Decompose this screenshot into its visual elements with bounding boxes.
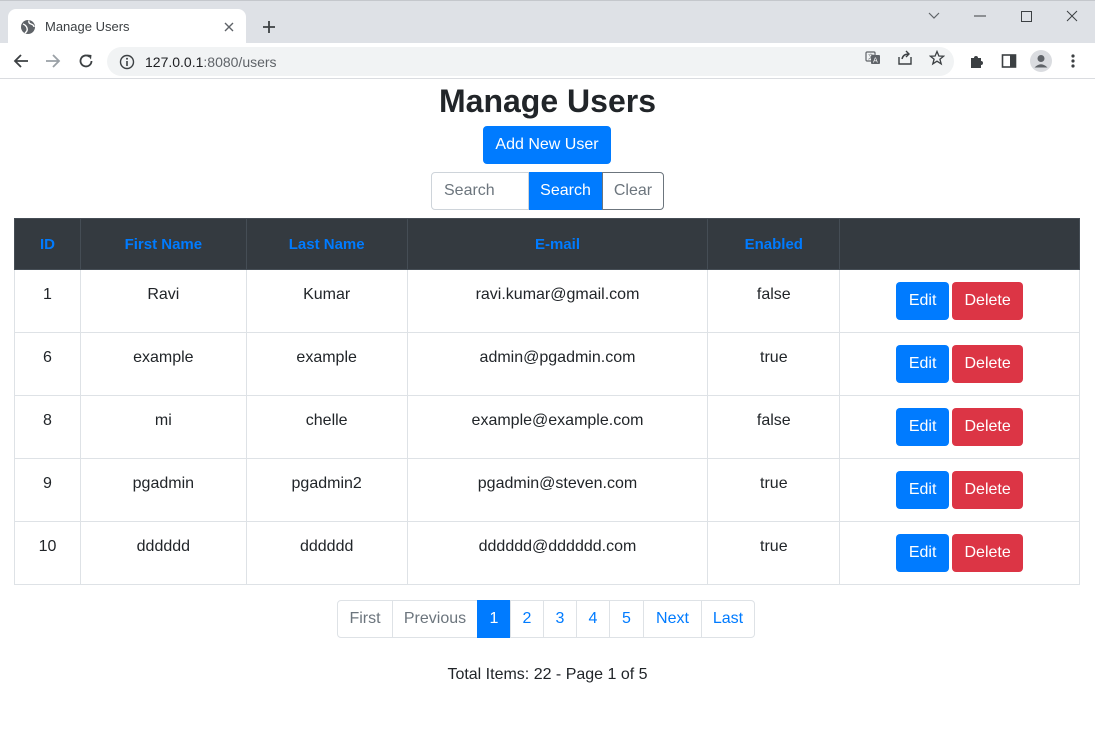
edit-button[interactable]: Edit <box>896 408 950 446</box>
table-row: 9 pgadmin pgadmin2 pgadmin@steven.com tr… <box>14 458 1080 522</box>
pagination-page-2[interactable]: 2 <box>510 600 544 638</box>
cell-last-name: chelle <box>245 395 408 459</box>
cell-id: 6 <box>14 332 81 396</box>
page-title: Manage Users <box>439 83 656 119</box>
cell-first-name: Ravi <box>79 269 247 333</box>
cell-enabled: true <box>707 332 841 396</box>
share-icon[interactable] <box>896 49 914 67</box>
cell-last-name: dddddd <box>245 521 408 585</box>
plus-icon[interactable] <box>258 16 280 38</box>
delete-button[interactable]: Delete <box>952 345 1024 383</box>
browser-toolbar: 127.0.0.1:8080/users A文 <box>0 43 1095 79</box>
pagination: First Previous 1 2 3 4 5 Next Last <box>337 600 755 638</box>
side-panel-icon[interactable] <box>999 51 1019 71</box>
cell-last-name: Kumar <box>245 269 408 333</box>
arrow-left-icon[interactable] <box>9 49 33 73</box>
maximize-icon[interactable] <box>1011 7 1041 25</box>
cell-last-name: example <box>245 332 408 396</box>
cell-enabled: true <box>707 521 841 585</box>
tab-title: Manage Users <box>45 19 130 34</box>
avatar-icon[interactable] <box>1030 50 1052 72</box>
cell-enabled: true <box>707 458 841 522</box>
browser-tab[interactable]: Manage Users <box>8 9 246 44</box>
pagination-previous[interactable]: Previous <box>392 600 478 638</box>
reload-icon[interactable] <box>74 49 98 73</box>
delete-button[interactable]: Delete <box>952 471 1024 509</box>
table-row: 6 example example admin@pgadmin.com true… <box>14 332 1080 396</box>
add-new-user-button[interactable]: Add New User <box>483 126 611 164</box>
users-table: ID First Name Last Name E-mail Enabled 1… <box>14 218 1080 585</box>
info-icon[interactable] <box>119 54 135 70</box>
cell-email: admin@pgadmin.com <box>406 332 709 396</box>
table-header-row: ID First Name Last Name E-mail Enabled <box>14 218 1080 270</box>
cell-id: 10 <box>14 521 81 585</box>
url-text: 127.0.0.1:8080/users <box>145 53 277 70</box>
column-header-last-name[interactable]: Last Name <box>245 218 408 270</box>
edit-button[interactable]: Edit <box>896 345 950 383</box>
cell-enabled: false <box>707 269 841 333</box>
cell-enabled: false <box>707 395 841 459</box>
table-row: 10 dddddd dddddd dddddd@dddddd.com true … <box>14 521 1080 585</box>
delete-button[interactable]: Delete <box>952 408 1024 446</box>
globe-icon <box>20 19 36 35</box>
column-header-first-name[interactable]: First Name <box>79 218 247 270</box>
search-input[interactable] <box>431 172 529 210</box>
cell-first-name: example <box>79 332 247 396</box>
cell-last-name: pgadmin2 <box>245 458 408 522</box>
arrow-right-icon[interactable] <box>41 49 65 73</box>
close-icon[interactable] <box>220 18 238 36</box>
search-form: Search Clear <box>431 172 664 210</box>
column-header-id[interactable]: ID <box>14 218 81 270</box>
delete-button[interactable]: Delete <box>952 534 1024 572</box>
cell-id: 1 <box>14 269 81 333</box>
cell-actions: Edit Delete <box>839 395 1080 459</box>
cell-first-name: pgadmin <box>79 458 247 522</box>
chevron-down-icon[interactable] <box>919 7 949 25</box>
cell-first-name: mi <box>79 395 247 459</box>
column-header-email[interactable]: E-mail <box>406 218 709 270</box>
edit-button[interactable]: Edit <box>896 282 950 320</box>
cell-email: dddddd@dddddd.com <box>406 521 709 585</box>
cell-actions: Edit Delete <box>839 269 1080 333</box>
table-row: 1 Ravi Kumar ravi.kumar@gmail.com false … <box>14 269 1080 333</box>
cell-id: 9 <box>14 458 81 522</box>
pagination-last[interactable]: Last <box>701 600 755 638</box>
delete-button[interactable]: Delete <box>952 282 1024 320</box>
translate-icon[interactable]: A文 <box>864 49 882 67</box>
edit-button[interactable]: Edit <box>896 471 950 509</box>
puzzle-icon[interactable] <box>967 51 987 71</box>
pagination-page-5[interactable]: 5 <box>609 600 644 638</box>
tab-strip: Manage Users <box>0 0 1095 44</box>
edit-button[interactable]: Edit <box>896 534 950 572</box>
window-close-icon[interactable] <box>1057 7 1087 25</box>
clear-button[interactable]: Clear <box>602 172 664 210</box>
minimize-icon[interactable] <box>965 7 995 25</box>
search-button[interactable]: Search <box>529 172 602 210</box>
cell-actions: Edit Delete <box>839 458 1080 522</box>
column-header-actions <box>839 218 1080 270</box>
kebab-menu-icon[interactable] <box>1063 51 1083 71</box>
cell-id: 8 <box>14 395 81 459</box>
cell-actions: Edit Delete <box>839 521 1080 585</box>
cell-actions: Edit Delete <box>839 332 1080 396</box>
pagination-next[interactable]: Next <box>643 600 702 638</box>
pagination-first[interactable]: First <box>337 600 393 638</box>
cell-email: pgadmin@steven.com <box>406 458 709 522</box>
column-header-enabled[interactable]: Enabled <box>707 218 841 270</box>
star-icon[interactable] <box>928 49 946 67</box>
cell-email: example@example.com <box>406 395 709 459</box>
pagination-page-3[interactable]: 3 <box>543 600 577 638</box>
pagination-page-1[interactable]: 1 <box>477 600 511 638</box>
total-items-summary: Total Items: 22 - Page 1 of 5 <box>447 666 648 683</box>
pagination-page-4[interactable]: 4 <box>576 600 610 638</box>
cell-email: ravi.kumar@gmail.com <box>406 269 709 333</box>
page-content: Manage Users Add New User Search Clear I… <box>0 80 1095 738</box>
svg-text:文: 文 <box>868 53 874 61</box>
cell-first-name: dddddd <box>79 521 247 585</box>
address-bar[interactable]: 127.0.0.1:8080/users <box>107 47 954 76</box>
table-row: 8 mi chelle example@example.com false Ed… <box>14 395 1080 459</box>
